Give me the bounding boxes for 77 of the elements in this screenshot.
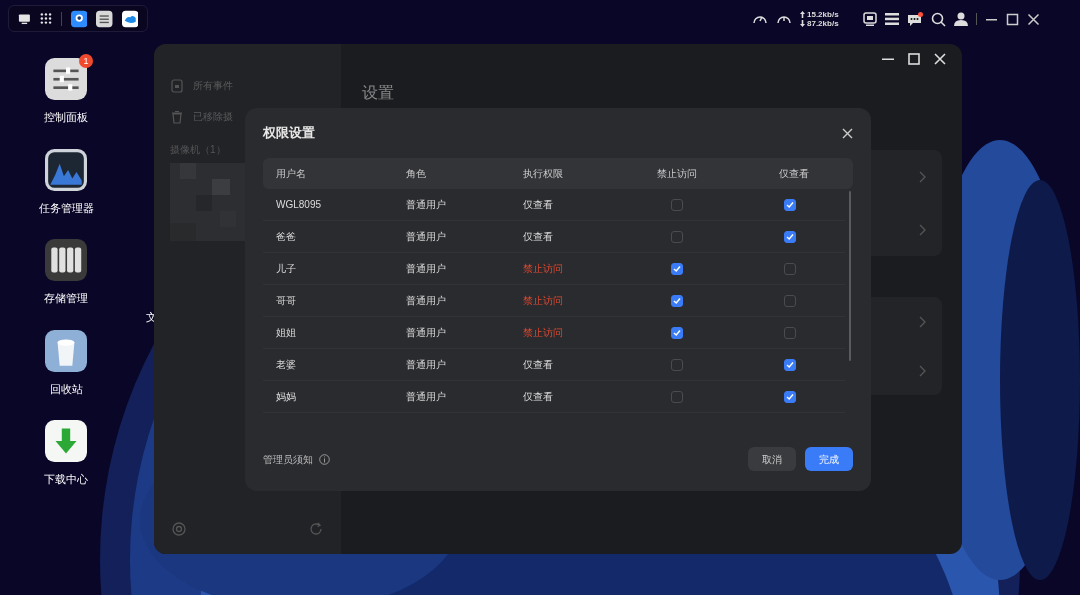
checkbox[interactable] (784, 230, 796, 243)
close-icon[interactable] (934, 53, 946, 65)
chat-icon[interactable] (906, 13, 922, 27)
download-speed: 87.2kb/s (807, 19, 839, 28)
scrollbar[interactable] (849, 191, 851, 361)
checkbox[interactable] (671, 390, 683, 403)
table-cell-text: 仅查看 (522, 198, 554, 212)
checkbox[interactable] (784, 326, 796, 339)
table-cell-text: 哥哥 (275, 294, 297, 308)
table-cell-text: 普通用户 (405, 262, 447, 276)
table-cell-text: 妈妈 (275, 390, 297, 404)
storage-drives-icon[interactable] (45, 239, 87, 281)
table-cell-text: 普通用户 (405, 230, 447, 244)
table-cell-text: 普通用户 (405, 198, 447, 212)
upload-speed: 15.2kb/s (807, 10, 839, 19)
document-icon (170, 78, 184, 93)
checkbox[interactable] (784, 390, 796, 403)
table-cell-text: 禁止访问 (522, 326, 564, 340)
checkbox[interactable] (784, 358, 796, 371)
table-cell-text: 老婆 (275, 358, 297, 372)
table-cell-text: 普通用户 (405, 294, 447, 308)
checkbox[interactable] (784, 198, 796, 211)
info-icon[interactable] (319, 453, 330, 465)
upload-arrow-icon (800, 11, 805, 18)
sliders-icon[interactable] (45, 58, 87, 100)
checkbox[interactable] (671, 294, 683, 307)
column-header: 角色 (405, 167, 427, 181)
download-arrow-icon (800, 20, 805, 27)
list-icon[interactable] (884, 12, 899, 26)
maximize-icon[interactable] (1005, 12, 1019, 26)
control-panel-app-icon[interactable] (96, 9, 113, 28)
desktop-icon-label[interactable]: 控制面板 (44, 109, 88, 126)
checkbox[interactable] (671, 262, 683, 275)
column-header: 用户名 (275, 167, 307, 181)
checkbox[interactable] (671, 198, 683, 211)
checkbox[interactable] (784, 262, 796, 275)
maximize-icon[interactable] (908, 53, 920, 65)
desktop-icon-label[interactable]: 下载中心 (44, 471, 88, 488)
cloud-app-icon[interactable] (121, 9, 139, 28)
column-header: 仅查看 (778, 167, 810, 181)
table-cell-text: 普通用户 (405, 390, 447, 404)
table-cell-text: 禁止访问 (522, 262, 564, 276)
table-cell-text: 禁止访问 (522, 294, 564, 308)
done-button[interactable]: 完成 (805, 447, 853, 471)
table-cell-text: WGL8095 (275, 198, 323, 212)
table-cell-text: 仅查看 (522, 230, 554, 244)
table-cell-text: 儿子 (275, 262, 297, 276)
dialog-title: 权限设置 (263, 124, 315, 143)
column-header: 禁止访问 (656, 167, 698, 181)
grid-icon[interactable] (39, 12, 52, 25)
cancel-button[interactable]: 取消 (748, 447, 796, 471)
display-icon[interactable] (862, 11, 877, 27)
window-title: 设置 (362, 83, 394, 103)
table-cell-text: 普通用户 (405, 358, 447, 372)
checkbox[interactable] (671, 358, 683, 371)
trash-icon (170, 109, 184, 124)
close-icon[interactable] (842, 127, 853, 139)
table-cell-text: 爸爸 (275, 230, 297, 244)
checkbox[interactable] (671, 326, 683, 339)
checkbox[interactable] (784, 294, 796, 307)
close-icon[interactable] (1026, 12, 1040, 26)
table-cell-text: 仅查看 (522, 358, 554, 372)
desktop-icon-label[interactable]: 任务管理器 (38, 199, 94, 216)
notice-link[interactable]: 管理员须知 (263, 451, 313, 467)
camera-app-icon[interactable] (70, 9, 88, 28)
column-header: 执行权限 (522, 167, 564, 181)
table-cell-text: 普通用户 (405, 326, 447, 340)
desktop-icon-label[interactable]: 回收站 (49, 380, 83, 397)
trash-icon[interactable] (45, 329, 87, 372)
table-cell-text: 姐姐 (275, 326, 297, 340)
table-cell-text: 仅查看 (522, 390, 554, 404)
user-icon[interactable] (953, 11, 968, 27)
monitor-icon[interactable] (18, 12, 31, 25)
desktop-icon-label[interactable]: 存储管理 (44, 290, 88, 307)
chart-icon[interactable] (45, 148, 87, 191)
search-icon[interactable] (930, 11, 946, 27)
checkbox[interactable] (671, 230, 683, 243)
